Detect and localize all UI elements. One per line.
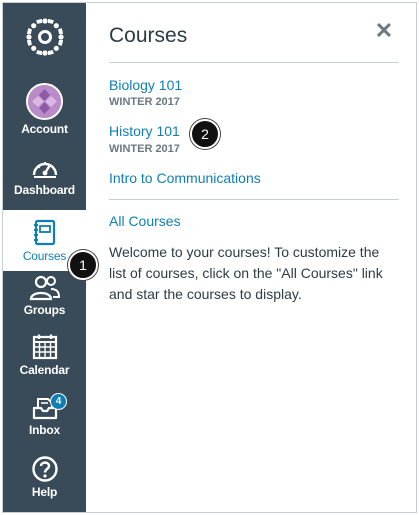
nav-item-calendar[interactable]: Calendar (3, 333, 86, 383)
dashboard-gauge-icon (32, 162, 57, 178)
courses-book-icon (33, 219, 55, 245)
callout-marker-1: 1 (68, 250, 98, 280)
nav-label-dashboard: Dashboard (14, 183, 75, 197)
nav-label-calendar: Calendar (19, 363, 70, 377)
divider (109, 199, 399, 200)
nav-item-groups[interactable]: Groups (3, 275, 86, 325)
groups-people-icon (29, 275, 60, 301)
course-term-history: WINTER 2017 (109, 143, 180, 155)
avatar (26, 83, 63, 120)
help-question-icon (31, 456, 58, 482)
courses-tray: Courses ✕ Biology 101 WINTER 2017 Histor… (86, 3, 416, 512)
inbox-unread-badge: 4 (50, 393, 67, 410)
course-link-history[interactable]: History 101 (109, 123, 180, 139)
callout-marker-2: 2 (190, 119, 220, 149)
divider (109, 62, 399, 63)
nav-item-inbox[interactable]: 4 Inbox (3, 393, 86, 445)
nav-label-inbox: Inbox (29, 423, 60, 437)
nav-item-dashboard[interactable]: Dashboard (3, 155, 86, 205)
course-link-intro-communications[interactable]: Intro to Communications (109, 170, 261, 186)
welcome-message: Welcome to your courses! To customize th… (109, 244, 383, 302)
nav-item-account[interactable]: Account (3, 83, 86, 145)
calendar-icon (32, 334, 57, 360)
nav-label-account: Account (21, 122, 68, 136)
nav-label-help: Help (31, 485, 58, 499)
nav-label-groups: Groups (23, 303, 66, 317)
course-term-biology: WINTER 2017 (109, 96, 180, 108)
app-frame: Account Dashboard Courses Groups Calenda… (2, 2, 417, 513)
all-courses-link[interactable]: All Courses (109, 213, 181, 229)
tray-title: Courses (109, 24, 188, 47)
nav-label-courses: Courses (22, 248, 67, 263)
close-icon[interactable]: ✕ (374, 20, 394, 42)
avatar-pattern-icon (28, 85, 61, 118)
institution-logo[interactable] (3, 17, 86, 69)
nav-item-help[interactable]: Help (3, 455, 86, 505)
course-link-biology[interactable]: Biology 101 (109, 77, 182, 93)
canvas-logo-icon (25, 18, 64, 56)
